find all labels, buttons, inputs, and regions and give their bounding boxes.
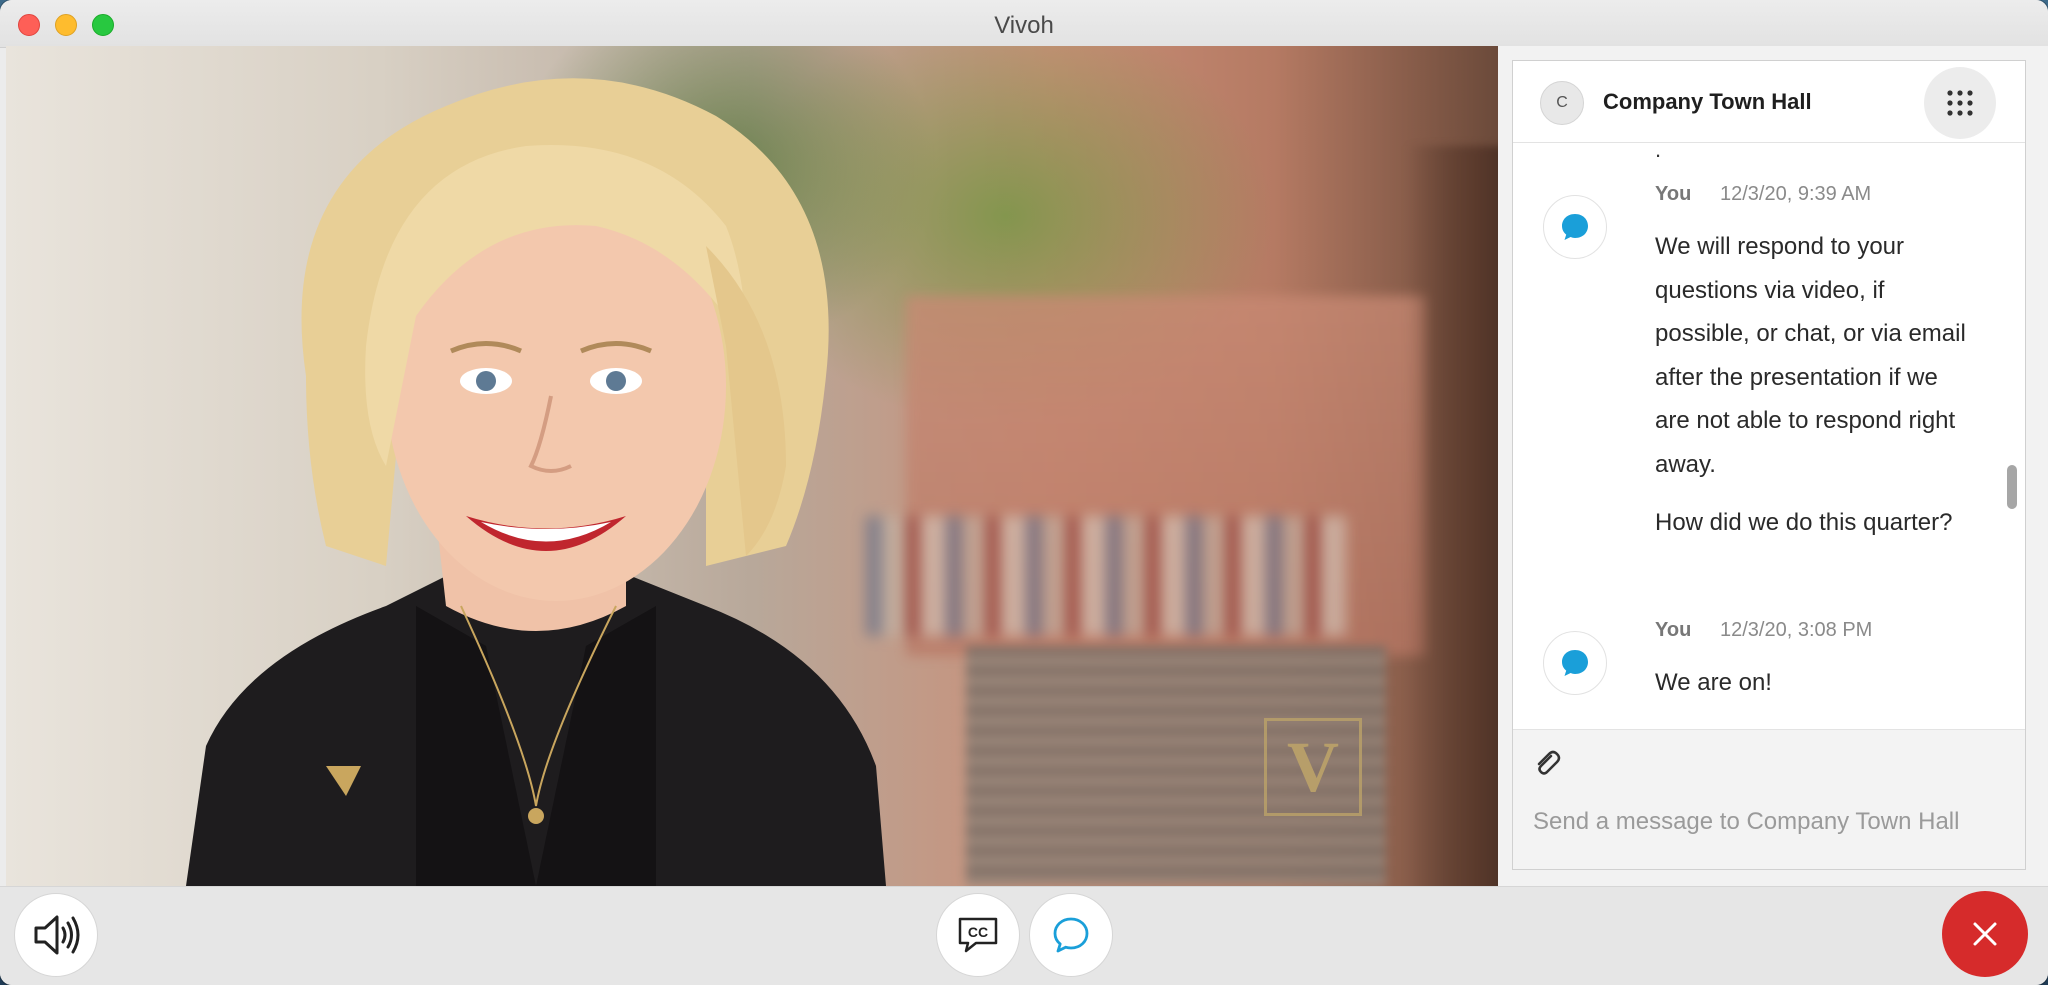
message-input[interactable] xyxy=(1533,800,2013,844)
message-list[interactable]: . You 12/3/20, 9:39 AM We will respond t… xyxy=(1513,143,2025,729)
close-icon xyxy=(1973,922,1997,946)
channel-avatar: C xyxy=(1540,81,1584,125)
presenter-figure xyxy=(186,78,886,886)
chat-bubble-icon xyxy=(1562,214,1588,240)
leave-button[interactable] xyxy=(1942,891,2028,977)
watermark-logo: V xyxy=(1264,718,1362,816)
scrollbar-thumb[interactable] xyxy=(2007,465,2017,509)
app-window: Vivoh V C Company Town Hall . You 12/3/2… xyxy=(0,0,2048,985)
bottom-toolbar: CC xyxy=(0,886,2048,985)
message-composer xyxy=(1513,729,2025,869)
message-timestamp: 12/3/20, 3:08 PM xyxy=(1720,619,1873,641)
volume-button[interactable] xyxy=(14,893,98,977)
chat-panel: C Company Town Hall . You 12/3/20, 9:39 … xyxy=(1498,46,2048,886)
message-author: You xyxy=(1655,183,1692,205)
attach-button[interactable] xyxy=(1531,748,1563,780)
speaker-icon xyxy=(34,915,80,955)
chat-toggle-button[interactable] xyxy=(1029,893,1113,977)
window-title: Vivoh xyxy=(994,12,1054,39)
message-text: We will respond to your questions via vi… xyxy=(1655,233,1966,478)
message-avatar xyxy=(1543,195,1607,259)
message-timestamp: 12/3/20, 9:39 AM xyxy=(1720,183,1872,205)
svg-text:CC: CC xyxy=(968,924,988,940)
message-text: How did we do this quarter? xyxy=(1655,509,1953,536)
message-avatar xyxy=(1543,631,1607,695)
menu-button[interactable] xyxy=(1924,67,1996,139)
message-text: We are on! xyxy=(1655,669,1772,696)
chat-bubble-icon xyxy=(1562,650,1588,676)
captions-button[interactable]: CC xyxy=(936,893,1020,977)
message-author: You xyxy=(1655,619,1692,641)
video-player[interactable]: V xyxy=(6,46,1498,886)
paperclip-icon xyxy=(1537,750,1561,775)
video-foreground-shadow xyxy=(1406,146,1498,886)
truncated-message-fragment: . xyxy=(1655,143,1662,162)
chat-card: C Company Town Hall . You 12/3/20, 9:39 … xyxy=(1512,60,2026,870)
chat-bubble-icon xyxy=(1053,917,1089,953)
channel-title: Company Town Hall xyxy=(1603,89,1812,114)
cc-icon: CC xyxy=(958,917,998,953)
title-bar[interactable]: Vivoh xyxy=(0,0,2048,48)
grid-dots-icon xyxy=(1947,90,1973,116)
chat-header: C Company Town Hall xyxy=(1513,61,2025,143)
video-background-crowd xyxy=(866,516,1346,636)
